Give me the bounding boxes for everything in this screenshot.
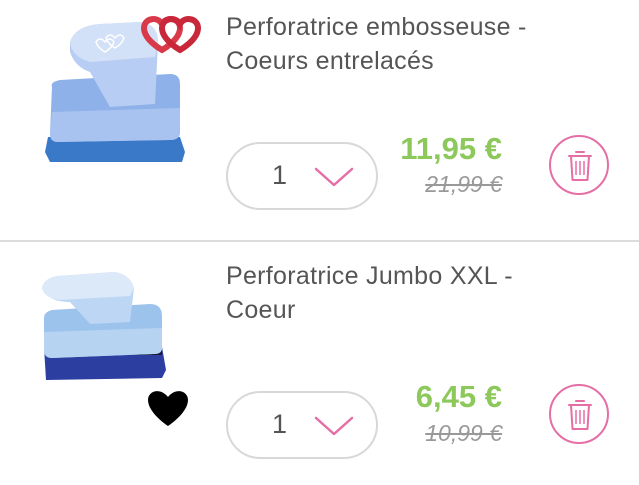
quantity-value: 1	[272, 160, 288, 190]
quantity-select[interactable]: 1	[226, 391, 378, 459]
product-title[interactable]: Perforatrice Jumbo XXL - Coeur	[226, 259, 626, 327]
quantity-value: 1	[272, 409, 288, 439]
product-title-line: Coeurs entrelacés	[226, 47, 434, 75]
product-title-line: Coeur	[226, 296, 296, 324]
current-price: 11,95 €	[400, 131, 502, 166]
product-title-line: Perforatrice embosseuse -	[226, 13, 527, 41]
trash-icon	[568, 151, 592, 181]
heart-icon	[148, 391, 188, 426]
chevron-down-icon	[314, 416, 354, 436]
product-title[interactable]: Perforatrice embosseuse - Coeurs entrela…	[226, 10, 626, 78]
quantity-select[interactable]: 1	[226, 142, 378, 210]
original-price: 10,99 €	[425, 420, 502, 446]
current-price: 6,45 €	[415, 379, 502, 414]
product-title-line: Perforatrice Jumbo XXL -	[226, 262, 513, 290]
delete-item-button[interactable]	[549, 384, 609, 444]
trash-icon	[568, 400, 592, 430]
interlaced-hearts-icon	[140, 16, 202, 54]
cart-item: Perforatrice embosseuse - Coeurs entrela…	[0, 0, 639, 240]
chevron-down-icon	[314, 167, 354, 187]
cart-item: Perforatrice Jumbo XXL - Coeur 1 6,45 € …	[0, 242, 639, 485]
delete-item-button[interactable]	[549, 135, 609, 195]
original-price: 21,99 €	[425, 171, 502, 197]
